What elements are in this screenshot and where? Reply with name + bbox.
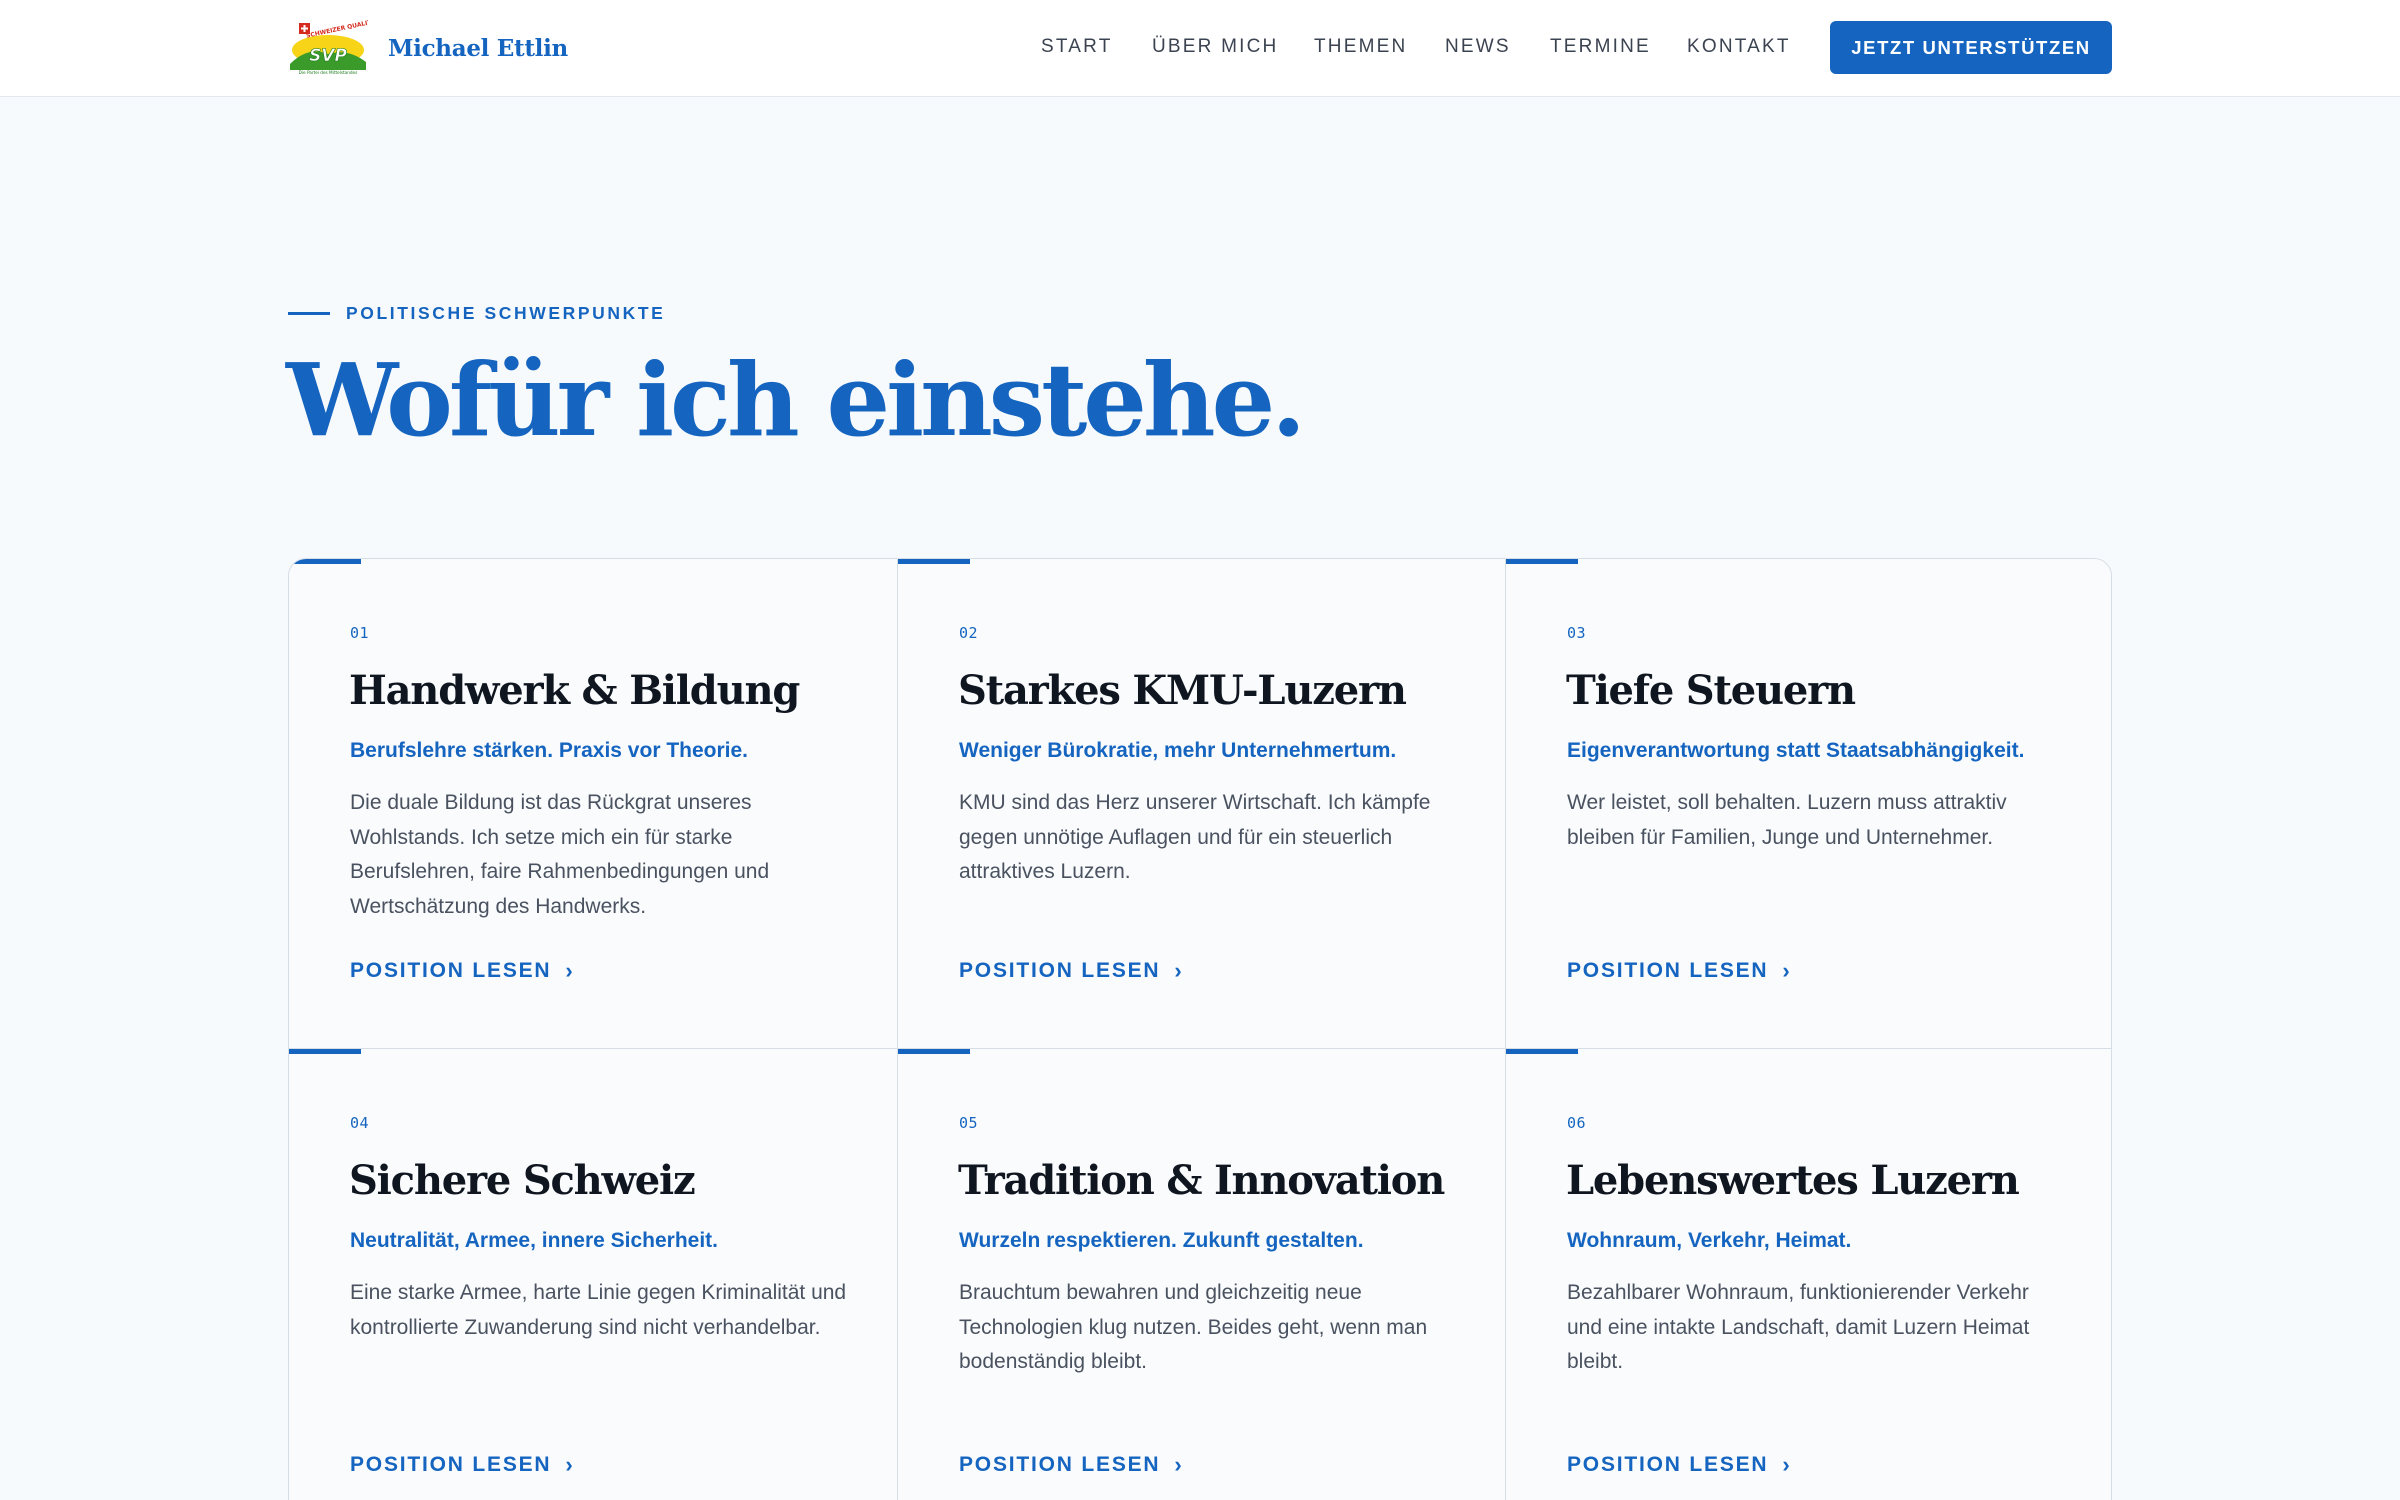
- link-label: POSITION LESEN: [1567, 1453, 1769, 1476]
- card-title: Tiefe Steuern: [1566, 667, 1856, 714]
- card-body: Brauchtum bewahren und gleichzeitig neue…: [959, 1281, 1428, 1373]
- topic-card-tradition-innovation: 05 Tradition & Innovation Wurzeln respek…: [897, 1048, 1505, 1500]
- card-number: 03: [1567, 624, 1587, 642]
- read-position-link[interactable]: POSITION LESEN ›: [959, 1453, 1184, 1477]
- svp-logo[interactable]: SVP SCHWEIZER QUALITÄT Die Partei des Mi…: [288, 20, 368, 76]
- brand-name[interactable]: Michael Ettlin: [388, 35, 568, 62]
- nav-kontakt[interactable]: KONTAKT: [1687, 36, 1791, 58]
- card-body: KMU sind das Herz unserer Wirtschaft. Ic…: [959, 791, 1431, 883]
- card-body: Bezahlbarer Wohnraum, funktionierender V…: [1567, 1281, 2030, 1373]
- card-subtitle: Eigenverantwortung statt Staatsabhängigk…: [1567, 739, 2025, 762]
- svg-text:SVP: SVP: [309, 46, 347, 66]
- chevron-right-icon: ›: [1174, 958, 1184, 983]
- svg-text:Die Partei des Mittelstandes: Die Partei des Mittelstandes: [299, 70, 358, 75]
- nav-termine[interactable]: TERMINE: [1550, 36, 1651, 58]
- read-position-link[interactable]: POSITION LESEN ›: [350, 959, 575, 983]
- card-subtitle: Wurzeln respektieren. Zukunft gestalten.: [959, 1229, 1364, 1252]
- topic-card-lebenswertes-luzern: 06 Lebenswertes Luzern Wohnraum, Verkehr…: [1505, 1048, 2111, 1500]
- card-subtitle: Wohnraum, Verkehr, Heimat.: [1567, 1229, 1852, 1252]
- card-title: Sichere Schweiz: [349, 1157, 696, 1204]
- link-label: POSITION LESEN: [959, 1453, 1161, 1476]
- topic-card-handwerk-bildung: 01 Handwerk & Bildung Berufslehre stärke…: [289, 559, 897, 1049]
- card-accent-bar: [898, 559, 970, 564]
- read-position-link[interactable]: POSITION LESEN ›: [1567, 1453, 1792, 1477]
- card-number: 06: [1567, 1114, 1587, 1132]
- card-title: Handwerk & Bildung: [349, 667, 800, 714]
- card-title: Tradition & Innovation: [958, 1157, 1445, 1204]
- card-body: Die duale Bildung ist das Rückgrat unser…: [350, 791, 770, 918]
- chevron-right-icon: ›: [565, 958, 575, 983]
- link-label: POSITION LESEN: [350, 959, 552, 982]
- site-header: SVP SCHWEIZER QUALITÄT Die Partei des Mi…: [0, 0, 2400, 97]
- card-title: Lebenswertes Luzern: [1566, 1157, 2020, 1204]
- read-position-link[interactable]: POSITION LESEN ›: [1567, 959, 1792, 983]
- nav-news[interactable]: NEWS: [1445, 36, 1511, 58]
- eyebrow-text: POLITISCHE SCHWERPUNKTE: [346, 303, 666, 323]
- section-eyebrow: POLITISCHE SCHWERPUNKTE: [288, 303, 665, 324]
- section-headline: Wofür ich einstehe.: [286, 341, 1306, 459]
- card-title: Starkes KMU-Luzern: [958, 667, 1407, 714]
- topics-grid: 01 Handwerk & Bildung Berufslehre stärke…: [288, 558, 2112, 1500]
- chevron-right-icon: ›: [1782, 958, 1792, 983]
- card-number: 04: [350, 1114, 370, 1132]
- eyebrow-divider: [288, 312, 330, 315]
- link-label: POSITION LESEN: [350, 1453, 552, 1476]
- card-number: 05: [959, 1114, 979, 1132]
- link-label: POSITION LESEN: [1567, 959, 1769, 982]
- nav-themen[interactable]: THEMEN: [1314, 36, 1407, 58]
- chevron-right-icon: ›: [565, 1452, 575, 1477]
- card-subtitle: Neutralität, Armee, innere Sicherheit.: [350, 1229, 719, 1252]
- topic-card-tiefe-steuern: 03 Tiefe Steuern Eigenverantwortung stat…: [1505, 559, 2111, 1049]
- svp-logo-graphic: SVP SCHWEIZER QUALITÄT Die Partei des Mi…: [290, 20, 368, 75]
- nav-ueber-mich[interactable]: ÜBER MICH: [1152, 36, 1278, 58]
- chevron-right-icon: ›: [1782, 1452, 1792, 1477]
- card-number: 01: [350, 624, 370, 642]
- link-label: POSITION LESEN: [959, 959, 1161, 982]
- brand[interactable]: SVP SCHWEIZER QUALITÄT Die Partei des Mi…: [288, 18, 568, 78]
- card-accent-bar: [1506, 559, 1578, 564]
- card-subtitle: Berufslehre stärken. Praxis vor Theorie.: [350, 739, 749, 762]
- card-accent-bar: [289, 1049, 361, 1054]
- card-accent-bar: [1506, 1049, 1578, 1054]
- read-position-link[interactable]: POSITION LESEN ›: [350, 1453, 575, 1477]
- card-body: Eine starke Armee, harte Linie gegen Kri…: [350, 1281, 847, 1339]
- read-position-link[interactable]: POSITION LESEN ›: [959, 959, 1184, 983]
- support-button[interactable]: JETZT UNTERSTÜTZEN: [1830, 21, 2112, 74]
- nav-start[interactable]: START: [1041, 36, 1113, 58]
- chevron-right-icon: ›: [1174, 1452, 1184, 1477]
- card-accent-bar: [898, 1049, 970, 1054]
- topic-card-kmu-luzern: 02 Starkes KMU-Luzern Weniger Bürokratie…: [897, 559, 1505, 1049]
- card-body: Wer leistet, soll behalten. Luzern muss …: [1567, 791, 2007, 849]
- card-accent-bar: [289, 559, 361, 564]
- topic-card-sichere-schweiz: 04 Sichere Schweiz Neutralität, Armee, i…: [289, 1048, 897, 1500]
- card-subtitle: Weniger Bürokratie, mehr Unternehmertum.: [959, 739, 1397, 762]
- card-number: 02: [959, 624, 979, 642]
